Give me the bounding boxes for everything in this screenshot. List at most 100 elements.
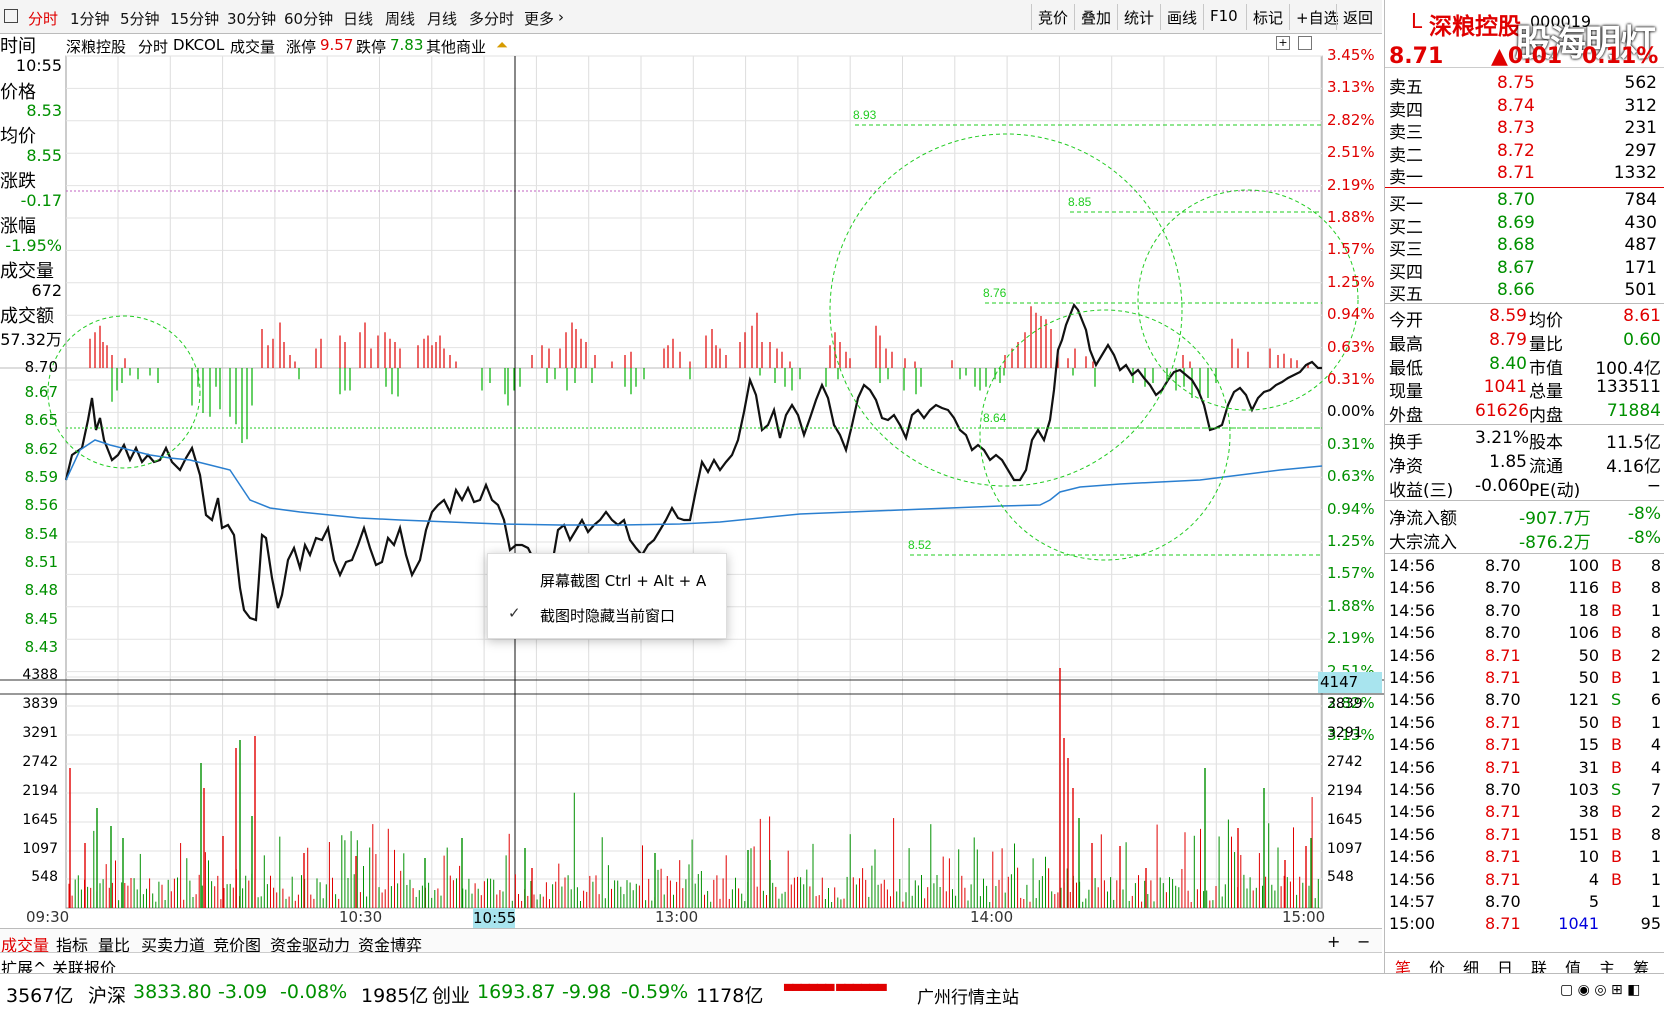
tick-time: 14:56 bbox=[1389, 847, 1436, 867]
ask-price: 8.74 bbox=[1497, 95, 1535, 116]
tick-count: 4 bbox=[1650, 735, 1661, 755]
bid-row[interactable]: 买一 8.70 784 bbox=[1389, 190, 1661, 215]
time-tick: 15:00 bbox=[1282, 908, 1326, 926]
tick-time: 14:56 bbox=[1389, 645, 1436, 665]
pct-tick: 1.25% bbox=[1327, 532, 1375, 550]
quote-panel: L 深粮控股 000019 股海明灯 8.71 ▲0.01 0.11% 卖五 8.… bbox=[1384, 0, 1664, 1010]
ask-row[interactable]: 卖二 8.72 297 bbox=[1389, 141, 1661, 166]
quote-pct: 0.11% bbox=[1582, 44, 1659, 69]
tick-price: 8.71 bbox=[1485, 824, 1521, 844]
stat-row: 今开 8.59 均价 8.61 bbox=[1389, 306, 1661, 331]
annotation-label: 8.93 bbox=[853, 108, 877, 122]
ask-row[interactable]: 卖五 8.75 562 bbox=[1389, 73, 1661, 98]
tick-side: B bbox=[1611, 869, 1622, 889]
price-tick: 8.51 bbox=[24, 553, 58, 571]
tick-time: 14:56 bbox=[1389, 735, 1436, 755]
volume-cursor-box: 4147 bbox=[1318, 672, 1382, 693]
pct-tick: 1.88% bbox=[1327, 596, 1375, 615]
bid-volume: 501 bbox=[1624, 280, 1657, 301]
tick-row: 14:56 8.71 50 B 1 bbox=[1389, 713, 1661, 735]
tick-side: B bbox=[1611, 556, 1622, 575]
tick-volume: 4 bbox=[1588, 869, 1599, 889]
tick-row: 14:56 8.70 18 B 1 bbox=[1389, 601, 1661, 623]
tick-count: 1 bbox=[1650, 892, 1661, 911]
tick-price: 8.71 bbox=[1485, 735, 1521, 755]
stat-label: PE(动) bbox=[1529, 480, 1581, 501]
volume-tick: 1097 bbox=[22, 841, 58, 857]
stat-label: 内盘 bbox=[1529, 406, 1563, 427]
bid-volume: 487 bbox=[1624, 235, 1657, 256]
market-amount-1: 3567亿 bbox=[6, 985, 74, 1007]
stat-value: 8.79 bbox=[1489, 329, 1527, 350]
flow-value: -907.7万 bbox=[1519, 509, 1591, 529]
flow-value: -876.2万 bbox=[1519, 533, 1591, 553]
stat-label: 市值 bbox=[1529, 358, 1563, 379]
tick-row: 14:56 8.70 106 B 8 bbox=[1389, 623, 1661, 645]
annotation-label: 8.64 bbox=[983, 411, 1007, 425]
ask-row[interactable]: 卖一 8.71 1332 bbox=[1389, 163, 1661, 188]
tick-side: B bbox=[1611, 578, 1622, 598]
stat-label: 量比 bbox=[1529, 334, 1563, 355]
bid-level-label: 买四 bbox=[1389, 262, 1423, 283]
stats-divider bbox=[1385, 424, 1664, 425]
quote-tabs: 笔价细日联值主筹 bbox=[1385, 952, 1664, 978]
volume-tick: 2194 bbox=[22, 783, 58, 799]
flow-label: 大宗流入 bbox=[1389, 533, 1457, 553]
pct-tick: 0.94% bbox=[1327, 305, 1375, 324]
status-tray-icons: ▢ ◉ ◎ ⊞ ◧ bbox=[1560, 982, 1641, 998]
signal-bars-icon: ▀▀▀▀▀▀ ▀▀▀▀▀▀ bbox=[784, 984, 887, 998]
tab-indicator[interactable]: 指标 bbox=[56, 932, 88, 955]
volume-tick: 3839 bbox=[22, 696, 58, 712]
stat-value: 8.40 bbox=[1489, 353, 1527, 374]
tick-count: 6 bbox=[1650, 690, 1661, 710]
zoom-out-button[interactable]: − bbox=[1357, 932, 1370, 954]
intraday-chart[interactable]: 8.93 8.85 8.76 8.64 8.52 bbox=[0, 0, 1384, 930]
tick-side: B bbox=[1611, 735, 1622, 755]
time-tick: 09:30 bbox=[26, 908, 70, 926]
tick-volume: 106 bbox=[1568, 623, 1599, 643]
server-station[interactable]: 广州行情主站 bbox=[917, 983, 1019, 1008]
ask-row[interactable]: 卖四 8.74 312 bbox=[1389, 95, 1661, 121]
tick-time: 14:56 bbox=[1389, 780, 1436, 799]
tab-buy-sell-force[interactable]: 买卖力道 bbox=[141, 932, 205, 955]
ask-row[interactable]: 卖三 8.73 231 bbox=[1389, 118, 1661, 144]
tab-volume[interactable]: 成交量 bbox=[1, 932, 49, 955]
tab-capital-game[interactable]: 资金博弈 bbox=[358, 932, 422, 955]
tab-volume-ratio[interactable]: 量比 bbox=[98, 932, 130, 955]
screenshot-context-menu: 屏幕截图 Ctrl + Alt + A ✓ 截图时隐藏当前窗口 bbox=[487, 553, 727, 639]
tick-time: 14:56 bbox=[1389, 869, 1436, 889]
price-tick: 8.45 bbox=[24, 610, 58, 628]
tick-price: 8.71 bbox=[1485, 802, 1521, 822]
tick-time: 14:57 bbox=[1389, 892, 1436, 911]
volume-tick-right: 2742 bbox=[1327, 754, 1363, 770]
index-name-2: 创业 bbox=[432, 985, 471, 1007]
flow-row: 净流入额 -907.7万 -8% bbox=[1389, 504, 1661, 529]
extension-tabs: 扩展^ 关联报价 bbox=[0, 952, 1382, 978]
ask-level-label: 卖三 bbox=[1389, 123, 1423, 144]
tick-count: 8 bbox=[1650, 824, 1661, 844]
bid-row[interactable]: 买五 8.66 501 bbox=[1389, 280, 1661, 305]
price-tick: 8.59 bbox=[24, 468, 58, 486]
tick-volume: 31 bbox=[1578, 757, 1599, 777]
zoom-in-button[interactable]: + bbox=[1327, 932, 1340, 954]
tick-price: 8.71 bbox=[1485, 847, 1521, 867]
bid-volume: 430 bbox=[1624, 212, 1657, 233]
index-name-1: 沪深 bbox=[88, 985, 127, 1007]
tick-volume: 10 bbox=[1578, 847, 1599, 867]
tick-time: 14:56 bbox=[1389, 623, 1436, 643]
tab-capital-drive[interactable]: 资金驱动力 bbox=[270, 932, 350, 955]
bid-row[interactable]: 买二 8.69 430 bbox=[1389, 212, 1661, 238]
pct-tick: 1.25% bbox=[1327, 272, 1375, 291]
tick-volume: 18 bbox=[1578, 600, 1599, 620]
menu-item-hide-window[interactable]: 截图时隐藏当前窗口 bbox=[540, 605, 675, 626]
tab-auction-chart[interactable]: 竞价图 bbox=[213, 932, 261, 955]
tick-price: 8.71 bbox=[1485, 645, 1521, 665]
time-tick: 13:00 bbox=[655, 908, 699, 926]
bid-row[interactable]: 买三 8.68 487 bbox=[1389, 235, 1661, 260]
tick-side: S bbox=[1611, 780, 1622, 799]
time-tick: 14:00 bbox=[970, 908, 1014, 926]
menu-item-screenshot[interactable]: 屏幕截图 Ctrl + Alt + A bbox=[540, 570, 706, 591]
ask-volume: 312 bbox=[1624, 95, 1657, 116]
bid-row[interactable]: 买四 8.67 171 bbox=[1389, 258, 1661, 283]
ask-price: 8.71 bbox=[1497, 163, 1535, 184]
